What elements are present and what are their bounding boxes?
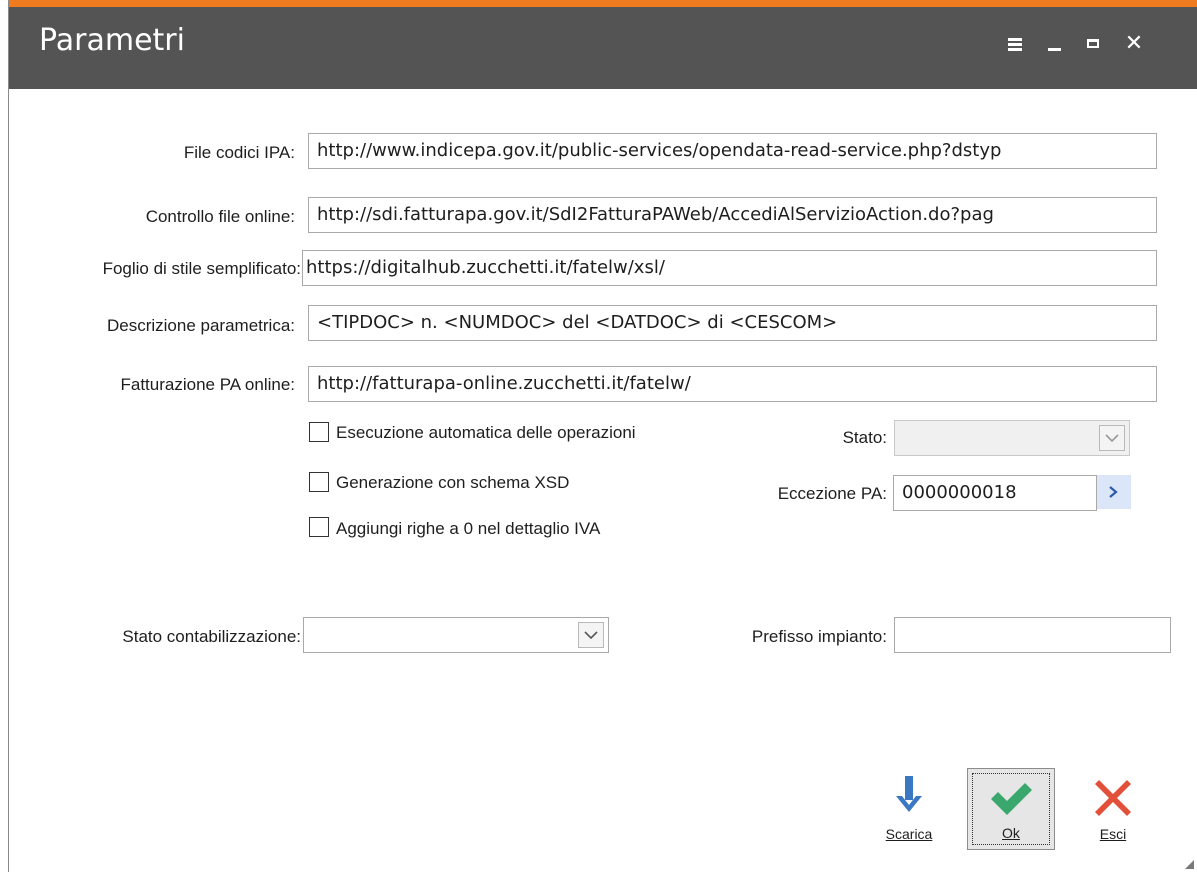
window-accent-bar [9, 0, 1197, 7]
ok-button[interactable]: Ok [967, 768, 1055, 850]
eccezione-pa-zoom-button[interactable] [1097, 475, 1131, 509]
foglio-stile-input[interactable]: https://digitalhub.zucchetti.it/fatelw/x… [302, 250, 1157, 286]
eccezione-pa-input[interactable]: 0000000018 [893, 475, 1097, 511]
checkmark-icon [991, 783, 1032, 815]
scarica-button[interactable]: Scarica [865, 768, 953, 850]
generazione-xsd-label[interactable]: Generazione con schema XSD [336, 473, 569, 493]
chevron-right-icon [1109, 486, 1118, 498]
fatturazione-pa-online-label: Fatturazione PA online: [120, 375, 295, 394]
esci-label: Esci [1099, 826, 1127, 842]
generazione-xsd-checkbox[interactable] [309, 472, 329, 492]
close-x-icon [1095, 780, 1131, 816]
fatturazione-pa-online-input[interactable]: http://fatturapa-online.zucchetti.it/fat… [308, 366, 1157, 402]
stato-contabilizzazione-label: Stato contabilizzazione: [122, 627, 301, 646]
chevron-down-icon [1105, 434, 1119, 443]
minimize-icon[interactable] [1042, 30, 1072, 60]
stato-label: Stato: [842, 428, 887, 447]
stato-dropdown-button[interactable] [1099, 425, 1125, 451]
prefisso-impianto-input[interactable] [894, 617, 1171, 653]
descrizione-parametrica-label: Descrizione parametrica: [106, 316, 295, 335]
chevron-down-icon [584, 631, 598, 640]
scarica-label: Scarica [885, 826, 933, 842]
eccezione-pa-label: Eccezione PA: [777, 484, 887, 503]
window-titlebar[interactable]: Parametri ✕ [9, 7, 1197, 89]
descrizione-parametrica-input[interactable]: <TIPDOC> n. <NUMDOC> del <DATDOC> di <CE… [308, 305, 1157, 341]
download-arrow-icon [896, 776, 922, 812]
menu-icon[interactable] [1002, 30, 1032, 60]
file-codici-ipa-label: File codici IPA: [183, 143, 295, 162]
close-icon[interactable]: ✕ [1119, 30, 1149, 60]
stato-select[interactable] [894, 420, 1130, 456]
controllo-file-online-input[interactable]: http://sdi.fatturapa.gov.it/SdI2FatturaP… [308, 197, 1157, 233]
window-title: Parametri [39, 23, 185, 58]
ok-label: Ok [1002, 825, 1020, 841]
stato-contabilizzazione-dropdown-button[interactable] [578, 622, 604, 648]
aggiungi-righe-checkbox[interactable] [309, 517, 329, 537]
esecuzione-automatica-label[interactable]: Esecuzione automatica delle operazioni [336, 423, 636, 443]
aggiungi-righe-label[interactable]: Aggiungi righe a 0 nel dettaglio IVA [336, 519, 600, 539]
file-codici-ipa-input[interactable]: http://www.indicepa.gov.it/public-servic… [308, 133, 1157, 169]
prefisso-impianto-label: Prefisso impianto: [751, 627, 887, 646]
stato-contabilizzazione-select[interactable] [303, 617, 609, 653]
esecuzione-automatica-checkbox[interactable] [309, 422, 329, 442]
resize-grip-icon[interactable] [1181, 856, 1195, 870]
maximize-icon[interactable] [1081, 30, 1111, 60]
parametri-window: Parametri ✕ File codici IPA: http://www.… [8, 0, 1197, 872]
esci-button[interactable]: Esci [1069, 768, 1157, 850]
foglio-stile-label: Foglio di stile semplificato: [102, 259, 301, 278]
controllo-file-online-label: Controllo file online: [145, 207, 295, 226]
